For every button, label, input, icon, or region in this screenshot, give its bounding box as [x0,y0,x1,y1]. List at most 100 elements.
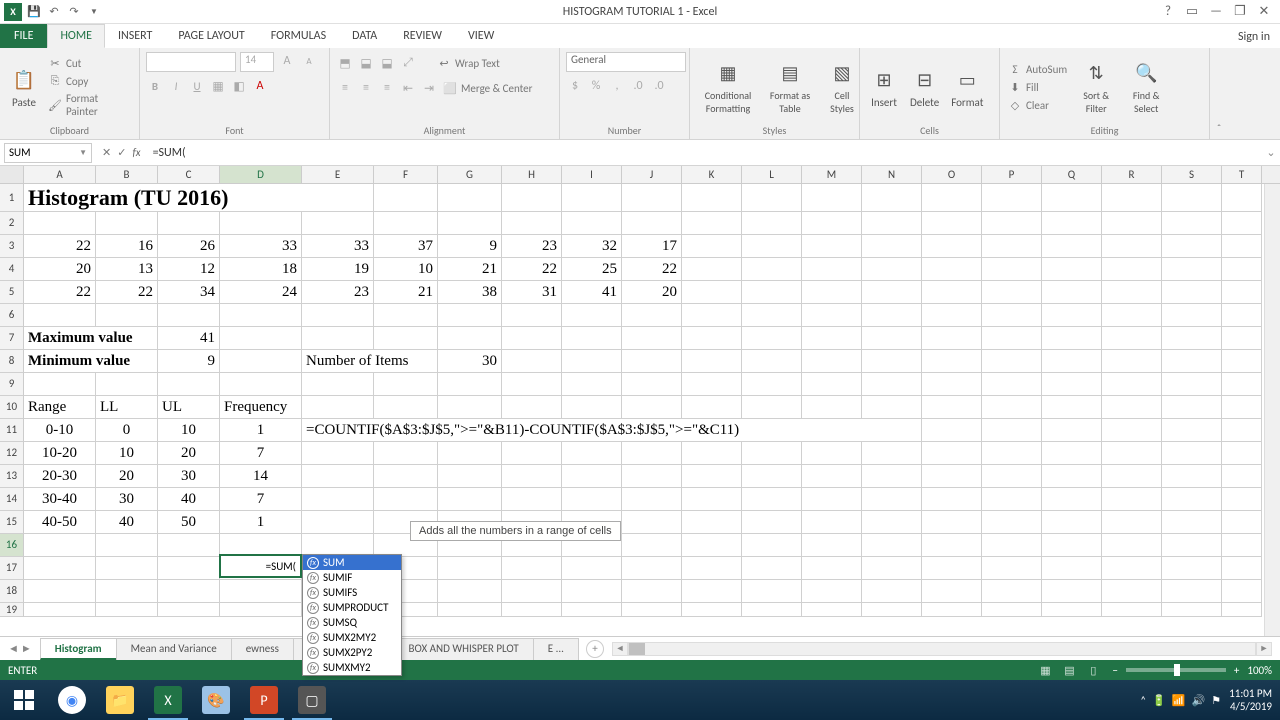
cell-E11[interactable]: =COUNTIF($A$3:$J$5,">="&B11)-COUNTIF($A$… [302,419,922,442]
autocomplete-item[interactable]: fxSUMIFS [303,585,401,600]
cell-K12[interactable] [682,442,742,465]
cell-K8[interactable] [682,350,742,373]
cell-I7[interactable] [562,327,622,350]
normal-view-icon[interactable]: ▦ [1034,662,1056,678]
cell-I18[interactable] [562,580,622,603]
row-header-7[interactable]: 7 [0,327,24,350]
cell-K19[interactable] [682,603,742,617]
cell-K3[interactable] [682,235,742,258]
column-header-A[interactable]: A [24,166,96,183]
cell-R15[interactable] [1102,511,1162,534]
cell-D11[interactable]: 1 [220,419,302,442]
conditional-formatting-button[interactable]: ▦Conditional Formatting [696,57,760,117]
collapse-ribbon-icon[interactable]: ˆ [1210,48,1228,139]
cell-D9[interactable] [220,373,302,396]
cell-J7[interactable] [622,327,682,350]
cell-P16[interactable] [982,534,1042,557]
cell-O7[interactable] [922,327,982,350]
cell-C9[interactable] [158,373,220,396]
cell-S16[interactable] [1162,534,1222,557]
cell-O11[interactable] [922,419,982,442]
column-header-G[interactable]: G [438,166,502,183]
cell-L5[interactable] [742,281,802,304]
cell-M6[interactable] [802,304,862,327]
row-header-19[interactable]: 19 [0,603,24,617]
cell-K5[interactable] [682,281,742,304]
shrink-font-icon[interactable]: A [300,52,318,70]
percent-icon[interactable]: % [587,77,605,95]
paste-button[interactable]: 📋Paste [6,64,42,111]
cell-B2[interactable] [96,212,158,235]
cell-P12[interactable] [982,442,1042,465]
cell-E13[interactable] [302,465,374,488]
cell-T13[interactable] [1222,465,1262,488]
column-header-D[interactable]: D [220,166,302,183]
cell-S11[interactable] [1162,419,1222,442]
cell-O2[interactable] [922,212,982,235]
cell-A16[interactable] [24,534,96,557]
tab-data[interactable]: DATA [339,24,390,48]
align-top-icon[interactable]: ⬒ [336,54,354,72]
cell-G17[interactable] [438,557,502,580]
cell-K4[interactable] [682,258,742,281]
indent-dec-icon[interactable]: ⇤ [399,79,417,97]
cell-L13[interactable] [742,465,802,488]
column-header-L[interactable]: L [742,166,802,183]
cell-Q14[interactable] [1042,488,1102,511]
row-header-17[interactable]: 17 [0,557,24,580]
cell-P13[interactable] [982,465,1042,488]
cell-D2[interactable] [220,212,302,235]
cell-B11[interactable]: 0 [96,419,158,442]
cell-N6[interactable] [862,304,922,327]
expand-formula-bar-icon[interactable]: ⌄ [1262,146,1280,159]
column-header-T[interactable]: T [1222,166,1262,183]
cell-I13[interactable] [562,465,622,488]
cell-N2[interactable] [862,212,922,235]
cell-D15[interactable]: 1 [220,511,302,534]
cell-S17[interactable] [1162,557,1222,580]
cell-P18[interactable] [982,580,1042,603]
cell-G8[interactable]: 30 [438,350,502,373]
cell-C19[interactable] [158,603,220,617]
cell-M4[interactable] [802,258,862,281]
cell-B16[interactable] [96,534,158,557]
close-icon[interactable]: ✕ [1254,2,1274,22]
autocomplete-item[interactable]: fxSUM [303,555,401,570]
chevron-down-icon[interactable]: ▼ [79,148,87,158]
cell-F9[interactable] [374,373,438,396]
cell-E6[interactable] [302,304,374,327]
cell-I6[interactable] [562,304,622,327]
cell-D5[interactable]: 24 [220,281,302,304]
accounting-icon[interactable]: $ [566,77,584,95]
cell-N19[interactable] [862,603,922,617]
underline-icon[interactable]: U [188,77,206,95]
cell-G14[interactable] [438,488,502,511]
cell-M9[interactable] [802,373,862,396]
column-header-B[interactable]: B [96,166,158,183]
cell-K14[interactable] [682,488,742,511]
align-right-icon[interactable]: ≡ [378,79,396,97]
network-icon[interactable]: 📶 [1172,694,1186,707]
cell-M2[interactable] [802,212,862,235]
column-header-N[interactable]: N [862,166,922,183]
cell-I5[interactable]: 41 [562,281,622,304]
copy-button[interactable]: ⎘Copy [46,73,133,89]
cell-J19[interactable] [622,603,682,617]
enter-formula-icon[interactable]: ✓ [117,146,126,159]
cell-J3[interactable]: 17 [622,235,682,258]
cell-E5[interactable]: 23 [302,281,374,304]
cell-Q16[interactable] [1042,534,1102,557]
cell-F2[interactable] [374,212,438,235]
cell-P6[interactable] [982,304,1042,327]
cell-Q7[interactable] [1042,327,1102,350]
cell-R6[interactable] [1102,304,1162,327]
cell-K2[interactable] [682,212,742,235]
cell-G10[interactable] [438,396,502,419]
cell-N15[interactable] [862,511,922,534]
cell-O16[interactable] [922,534,982,557]
cell-O3[interactable] [922,235,982,258]
cell-H10[interactable] [502,396,562,419]
format-painter-button[interactable]: 🖌Format Painter [46,91,133,119]
cell-I9[interactable] [562,373,622,396]
cell-M1[interactable] [802,184,862,212]
